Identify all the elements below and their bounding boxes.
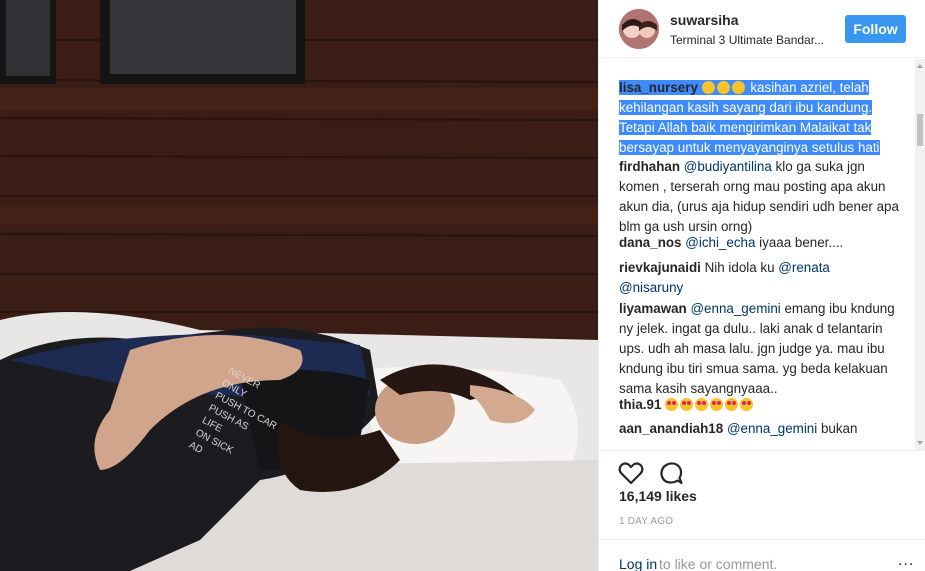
heart-icon[interactable]: [617, 459, 645, 487]
comment-mention[interactable]: @budiyantilina: [684, 159, 772, 174]
comment-item: firdhahan @budiyantilina klo ga suka jgn…: [619, 157, 899, 237]
comment-username[interactable]: firdhahan: [619, 159, 680, 174]
post-location[interactable]: Terminal 3 Ultimate Bandar...: [670, 33, 824, 47]
scroll-thumb[interactable]: [917, 114, 923, 146]
scroll-down-arrow-icon[interactable]: [917, 441, 923, 445]
comment-username[interactable]: lisa_nursery: [619, 80, 698, 95]
comment-text: kehilangan kasih sayang dari ibu kandung…: [619, 100, 873, 115]
comment-mention[interactable]: @nisaruny: [619, 280, 683, 295]
comment-text: bersayap untuk menyayanginya setulus hat…: [619, 140, 880, 155]
sad-emoji-icon: [716, 81, 730, 94]
comment-mention[interactable]: @enna_gemini: [690, 301, 780, 316]
post-actions: 16,149 likes 1 DAY AGO Log in to like or…: [599, 450, 925, 571]
avatar[interactable]: [619, 9, 659, 49]
login-link[interactable]: Log in: [619, 556, 657, 571]
sad-emoji-icon: [701, 81, 715, 94]
comment-mention[interactable]: @ichi_echa: [685, 235, 755, 250]
comment-item: aan_anandiah18 @enna_gemini bukan: [619, 419, 899, 439]
post-header: suwarsiha Terminal 3 Ultimate Bandar... …: [599, 0, 925, 58]
photo-illustration: [0, 0, 598, 571]
scroll-up-arrow-icon[interactable]: [917, 64, 923, 68]
comment-mention[interactable]: @renata: [778, 260, 830, 275]
login-prompt-text: to like or comment.: [659, 556, 778, 571]
comment-text: Tetapi Allah baik mengirimkan Malaikat t…: [619, 120, 872, 135]
heart-eyes-emoji-icon: [740, 398, 754, 411]
comment-mention[interactable]: @enna_gemini: [727, 421, 817, 436]
comment-item: thia.91: [619, 395, 899, 415]
follow-button[interactable]: Follow: [845, 15, 906, 43]
heart-eyes-emoji-icon: [695, 398, 709, 411]
comment-icon[interactable]: [657, 459, 685, 487]
comment-username[interactable]: liyamawan: [619, 301, 687, 316]
comment-text: iyaaa bener....: [755, 235, 844, 250]
sad-emoji-icon: [731, 81, 745, 94]
comments-scrollbar[interactable]: [915, 59, 925, 450]
heart-eyes-emoji-icon: [710, 398, 724, 411]
comment-username[interactable]: rievkajunaidi: [619, 260, 701, 275]
comment-username[interactable]: dana_nos: [619, 235, 682, 250]
comment-item: dana_nos @ichi_echa iyaaa bener....: [619, 233, 899, 253]
login-bar: Log in to like or comment. ...: [599, 539, 925, 571]
likes-count[interactable]: 16,149 likes: [619, 488, 697, 504]
post-username[interactable]: suwarsiha: [670, 12, 738, 28]
comment-text: kasihan azriel, telah: [746, 80, 869, 95]
post-side-panel: suwarsiha Terminal 3 Ultimate Bandar... …: [598, 0, 925, 571]
heart-eyes-emoji-icon: [665, 398, 679, 411]
comments-list: lisa_nursery kasihan azriel, telah kehil…: [599, 59, 925, 450]
post-photo: NEVER ONLY PUSH TO CAR PUSH AS LIFE ON S…: [0, 0, 598, 571]
heart-eyes-emoji-icon: [725, 398, 739, 411]
comment-username[interactable]: aan_anandiah18: [619, 421, 723, 436]
comment-item: lisa_nursery kasihan azriel, telah kehil…: [619, 78, 899, 158]
comment-username[interactable]: thia.91: [619, 397, 661, 412]
heart-eyes-emoji-icon: [680, 398, 694, 411]
comment-item: liyamawan @enna_gemini emang ibu kndung …: [619, 299, 899, 399]
avatar-image: [619, 9, 659, 49]
more-options-icon[interactable]: ...: [898, 552, 914, 570]
post-time[interactable]: 1 DAY AGO: [619, 516, 673, 527]
comment-item: rievkajunaidi Nih idola ku @renata @nisa…: [619, 258, 899, 298]
comment-text: Nih idola ku: [700, 260, 779, 275]
comment-text: bukan: [817, 421, 858, 436]
